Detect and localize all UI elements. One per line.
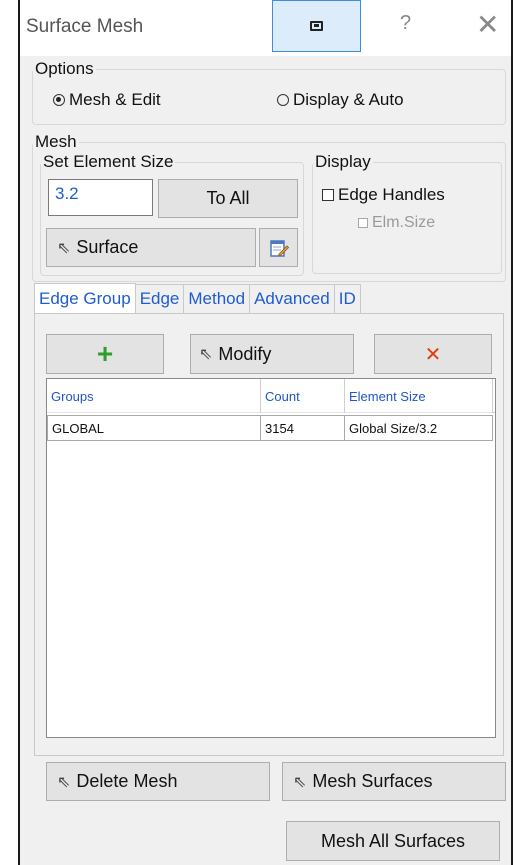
tab-edge[interactable]: Edge bbox=[134, 284, 185, 313]
display-group: Display bbox=[312, 152, 502, 274]
pin-window-button[interactable] bbox=[272, 0, 361, 52]
modify-button[interactable]: ⇖ Modify bbox=[190, 334, 354, 374]
radio-mesh-edit-label: Mesh & Edit bbox=[69, 90, 161, 109]
edge-handles-checkbox[interactable]: Edge Handles bbox=[322, 185, 445, 205]
surface-mesh-window: Surface Mesh ? ✕ Options Mesh & Edit Dis… bbox=[18, 0, 513, 865]
radio-unselected-icon bbox=[277, 94, 289, 106]
cell-count: 3154 bbox=[261, 415, 345, 441]
mesh-all-surfaces-button[interactable]: Mesh All Surfaces bbox=[286, 821, 500, 861]
edge-handles-label: Edge Handles bbox=[338, 185, 445, 204]
radio-display-auto[interactable]: Display & Auto bbox=[277, 90, 404, 110]
elm-size-checkbox: Elm.Size bbox=[358, 214, 435, 232]
display-legend: Display bbox=[315, 152, 371, 171]
radio-display-auto-label: Display & Auto bbox=[293, 90, 404, 109]
title-bar: Surface Mesh ? ✕ bbox=[20, 0, 511, 56]
radio-mesh-edit[interactable]: Mesh & Edit bbox=[53, 90, 161, 110]
edge-groups-table: Groups Count Element Size GLOBAL 3154 Gl… bbox=[46, 378, 496, 738]
delete-mesh-button[interactable]: ⇖ Delete Mesh bbox=[46, 762, 270, 801]
pin-icon bbox=[310, 21, 323, 31]
cursor-arrow-icon: ⇖ bbox=[293, 773, 307, 791]
checkbox-disabled-icon bbox=[358, 218, 368, 228]
to-all-button[interactable]: To All bbox=[158, 179, 298, 218]
mesh-surfaces-label: Mesh Surfaces bbox=[312, 771, 433, 791]
mesh-legend: Mesh bbox=[35, 132, 77, 151]
table-row[interactable]: GLOBAL 3154 Global Size/3.2 bbox=[47, 415, 495, 441]
plus-icon: + bbox=[96, 338, 114, 369]
cell-group: GLOBAL bbox=[47, 415, 261, 441]
mesh-surfaces-button[interactable]: ⇖ Mesh Surfaces bbox=[282, 762, 506, 801]
checkbox-unchecked-icon bbox=[322, 189, 334, 201]
tab-edge-group[interactable]: Edge Group bbox=[34, 283, 136, 314]
edit-surface-size-button[interactable] bbox=[259, 228, 298, 267]
add-group-button[interactable]: + bbox=[46, 334, 164, 374]
delete-mesh-label: Delete Mesh bbox=[76, 771, 178, 791]
tab-id[interactable]: ID bbox=[333, 284, 361, 313]
column-header-element-size[interactable]: Element Size bbox=[345, 379, 493, 413]
modify-button-label: Modify bbox=[218, 343, 272, 364]
surface-button-label: Surface bbox=[76, 237, 139, 257]
cell-element-size: Global Size/3.2 bbox=[345, 415, 493, 441]
window-title: Surface Mesh bbox=[26, 16, 144, 37]
radio-selected-icon bbox=[53, 94, 65, 106]
column-header-count[interactable]: Count bbox=[261, 379, 345, 413]
set-element-size-legend: Set Element Size bbox=[43, 152, 174, 171]
red-x-icon: ✕ bbox=[424, 343, 442, 366]
close-button[interactable]: ✕ bbox=[476, 8, 499, 41]
cursor-arrow-icon: ⇖ bbox=[57, 239, 71, 257]
tab-advanced[interactable]: Advanced bbox=[249, 284, 335, 313]
options-legend: Options bbox=[35, 59, 94, 78]
delete-group-button[interactable]: ✕ bbox=[374, 334, 492, 374]
elm-size-label: Elm.Size bbox=[372, 214, 436, 231]
surface-button[interactable]: ⇖ Surface bbox=[46, 228, 256, 267]
column-header-groups[interactable]: Groups bbox=[47, 379, 261, 413]
element-size-input[interactable]: 3.2 bbox=[48, 179, 153, 216]
tab-method[interactable]: Method bbox=[183, 284, 251, 313]
tab-strip: Edge Group Edge Method Advanced ID bbox=[34, 283, 361, 314]
help-button[interactable]: ? bbox=[400, 12, 411, 35]
notepad-edit-icon bbox=[269, 239, 289, 257]
cursor-arrow-icon: ⇖ bbox=[57, 773, 71, 791]
table-header: Groups Count Element Size bbox=[47, 379, 495, 413]
cursor-arrow-icon: ⇖ bbox=[199, 346, 213, 363]
